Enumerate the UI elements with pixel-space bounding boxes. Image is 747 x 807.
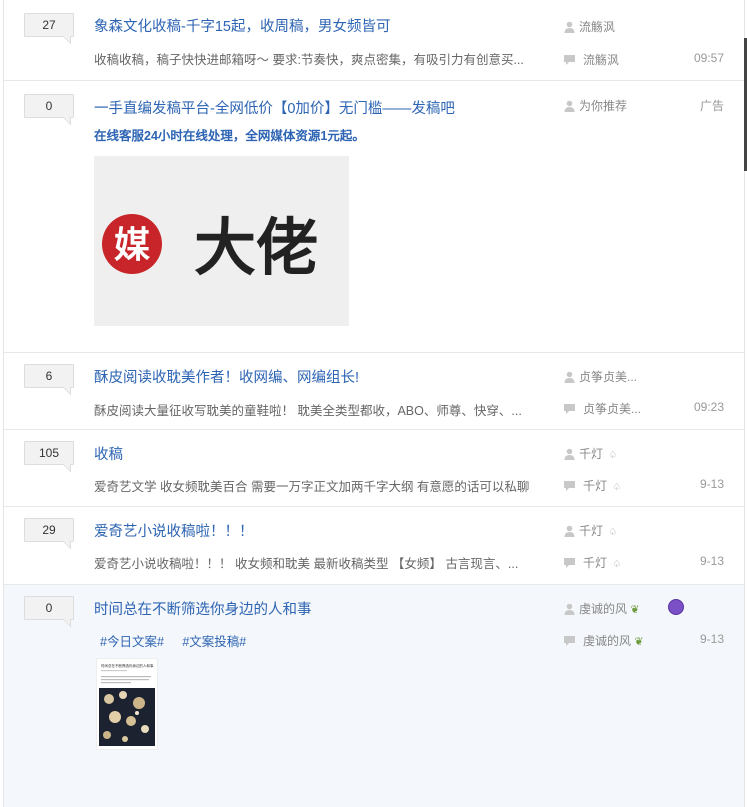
comment-icon — [564, 558, 575, 569]
author-name: 千灯 — [579, 447, 604, 461]
user-icon — [564, 525, 575, 537]
thread-row: 6 酥皮阅读收耽美作者！收网编、网编组长! 酥皮阅读大量征收写耽美的童鞋啦！ 耽… — [4, 353, 744, 430]
last-replier[interactable]: 流觞沨 — [564, 51, 619, 68]
thread-title[interactable]: 爱奇艺小说收稿啦！！！ — [94, 520, 254, 541]
ad-source-name: 为你推荐 — [579, 99, 628, 113]
thread-title[interactable]: 时间总在不断筛选你身边的人和事 — [94, 598, 312, 619]
last-replier[interactable]: 贞筝贞美... — [564, 400, 641, 417]
level-icon: ♤ — [612, 482, 622, 493]
last-replier-name: 流觞沨 — [583, 53, 620, 67]
reply-time: 09:57 — [693, 51, 724, 65]
thread-author[interactable]: 贞筝贞美... — [564, 368, 637, 385]
thumbnail-title: 时间总在不断筛选你身边的人和事 — [101, 663, 154, 668]
reply-time: 9-13 — [699, 477, 724, 491]
vip-badge-icon — [668, 599, 684, 615]
last-replier[interactable]: 千灯 ♤ — [564, 554, 621, 571]
thread-row: 27 象森文化收稿-千字15起，收周稿，男女频皆可 收稿收稿，稿子快快进邮箱呀～… — [4, 0, 744, 81]
comment-icon — [564, 55, 575, 66]
thread-author[interactable]: 虔诚的风 ❦ — [564, 600, 640, 617]
reply-count: 0 — [24, 94, 74, 118]
last-replier-name: 千灯 — [583, 479, 608, 493]
reply-count: 29 — [24, 518, 74, 542]
thread-author[interactable]: 千灯 ♤ — [564, 445, 617, 462]
reply-time: 09:23 — [693, 400, 724, 414]
last-replier[interactable]: 千灯 ♤ — [564, 477, 621, 494]
comment-icon — [564, 636, 575, 647]
user-icon — [564, 21, 575, 33]
ad-logo-char: 媒 — [114, 225, 151, 266]
topic-tags: #今日文案# #文案投稿# — [100, 631, 260, 651]
comment-icon — [564, 404, 575, 415]
leaf-icon: ❦ — [634, 636, 644, 648]
leaf-icon: ❦ — [630, 604, 640, 616]
reply-time: 9-13 — [699, 554, 724, 568]
ad-row: 0 一手直编发稿平台-全网低价【0加价】无门槛——发稿吧 在线客服24小时在线处… — [4, 81, 744, 353]
thread-row: 29 爱奇艺小说收稿啦！！！ 爱奇艺小说收稿啦！！！ 收女频和耽美 最新收稿类型… — [4, 507, 744, 585]
thread-abstract: 收稿收稿，稿子快快进邮箱呀～ 要求:节奏快，爽点密集，有吸引力有创意买... — [94, 53, 524, 67]
author-name: 虔诚的风 — [579, 602, 628, 616]
thread-author[interactable]: 千灯 ♤ — [564, 522, 617, 539]
reply-time: 9-13 — [699, 632, 724, 646]
topic-tag[interactable]: #文案投稿# — [182, 635, 246, 649]
level-icon: ♤ — [608, 450, 618, 461]
last-replier-name: 虔诚的风 — [583, 634, 632, 648]
topic-tag[interactable]: #今日文案# — [100, 635, 164, 649]
comment-icon — [564, 481, 575, 492]
post-image-thumbnail[interactable]: 时间总在不断筛选你身边的人和事 — [96, 658, 158, 750]
level-icon: ♤ — [612, 559, 622, 570]
ad-title[interactable]: 一手直编发稿平台-全网低价【0加价】无门槛——发稿吧 — [94, 97, 455, 118]
thread-row: 105 收稿 爱奇艺文学 收女频耽美百合 需要一万字正文加两千字大纲 有意愿的话… — [4, 430, 744, 507]
user-icon — [564, 448, 575, 460]
thread-author[interactable]: 流觞沨 — [564, 18, 615, 35]
thread-abstract: 爱奇艺文学 收女频耽美百合 需要一万字正文加两千字大纲 有意愿的话可以私聊 — [94, 480, 530, 494]
reply-count: 0 — [24, 596, 74, 620]
thread-title[interactable]: 收稿 — [94, 443, 123, 464]
user-icon — [564, 371, 575, 383]
author-name: 贞筝贞美... — [579, 370, 638, 384]
thread-title[interactable]: 酥皮阅读收耽美作者！收网编、网编组长! — [94, 366, 359, 387]
thread-list: 27 象森文化收稿-千字15起，收周稿，男女频皆可 收稿收稿，稿子快快进邮箱呀～… — [3, 0, 745, 807]
ad-source: 为你推荐 — [564, 97, 627, 114]
thread-abstract: 酥皮阅读大量征收写耽美的童鞋啦！ 耽美全类型都收，ABO、师尊、快穿、... — [94, 404, 522, 418]
user-icon — [564, 100, 575, 112]
last-replier-name: 贞筝贞美... — [583, 402, 642, 416]
reply-count: 27 — [24, 13, 74, 37]
level-icon: ♤ — [608, 527, 618, 538]
last-replier-name: 千灯 — [583, 556, 608, 570]
reply-count: 6 — [24, 364, 74, 388]
reply-count: 105 — [24, 441, 74, 465]
author-name: 流觞沨 — [579, 20, 616, 34]
ad-image[interactable]: 媒 大佬 — [94, 156, 349, 326]
thread-row: 0 时间总在不断筛选你身边的人和事 #今日文案# #文案投稿# 时间总在不断筛选… — [4, 585, 744, 807]
thread-abstract: 爱奇艺小说收稿啦！！！ 收女频和耽美 最新收稿类型 【女频】 古言现言、... — [94, 557, 519, 571]
thread-title[interactable]: 象森文化收稿-千字15起，收周稿，男女频皆可 — [94, 15, 390, 36]
ad-label: 广告 — [699, 99, 724, 113]
user-icon — [564, 603, 575, 615]
last-replier[interactable]: 虔诚的风 ❦ — [564, 632, 644, 649]
ad-logo-text: 大佬 — [194, 211, 318, 284]
ad-promo-text[interactable]: 在线客服24小时在线处理，全网媒体资源1元起。 — [94, 125, 365, 144]
author-name: 千灯 — [579, 524, 604, 538]
